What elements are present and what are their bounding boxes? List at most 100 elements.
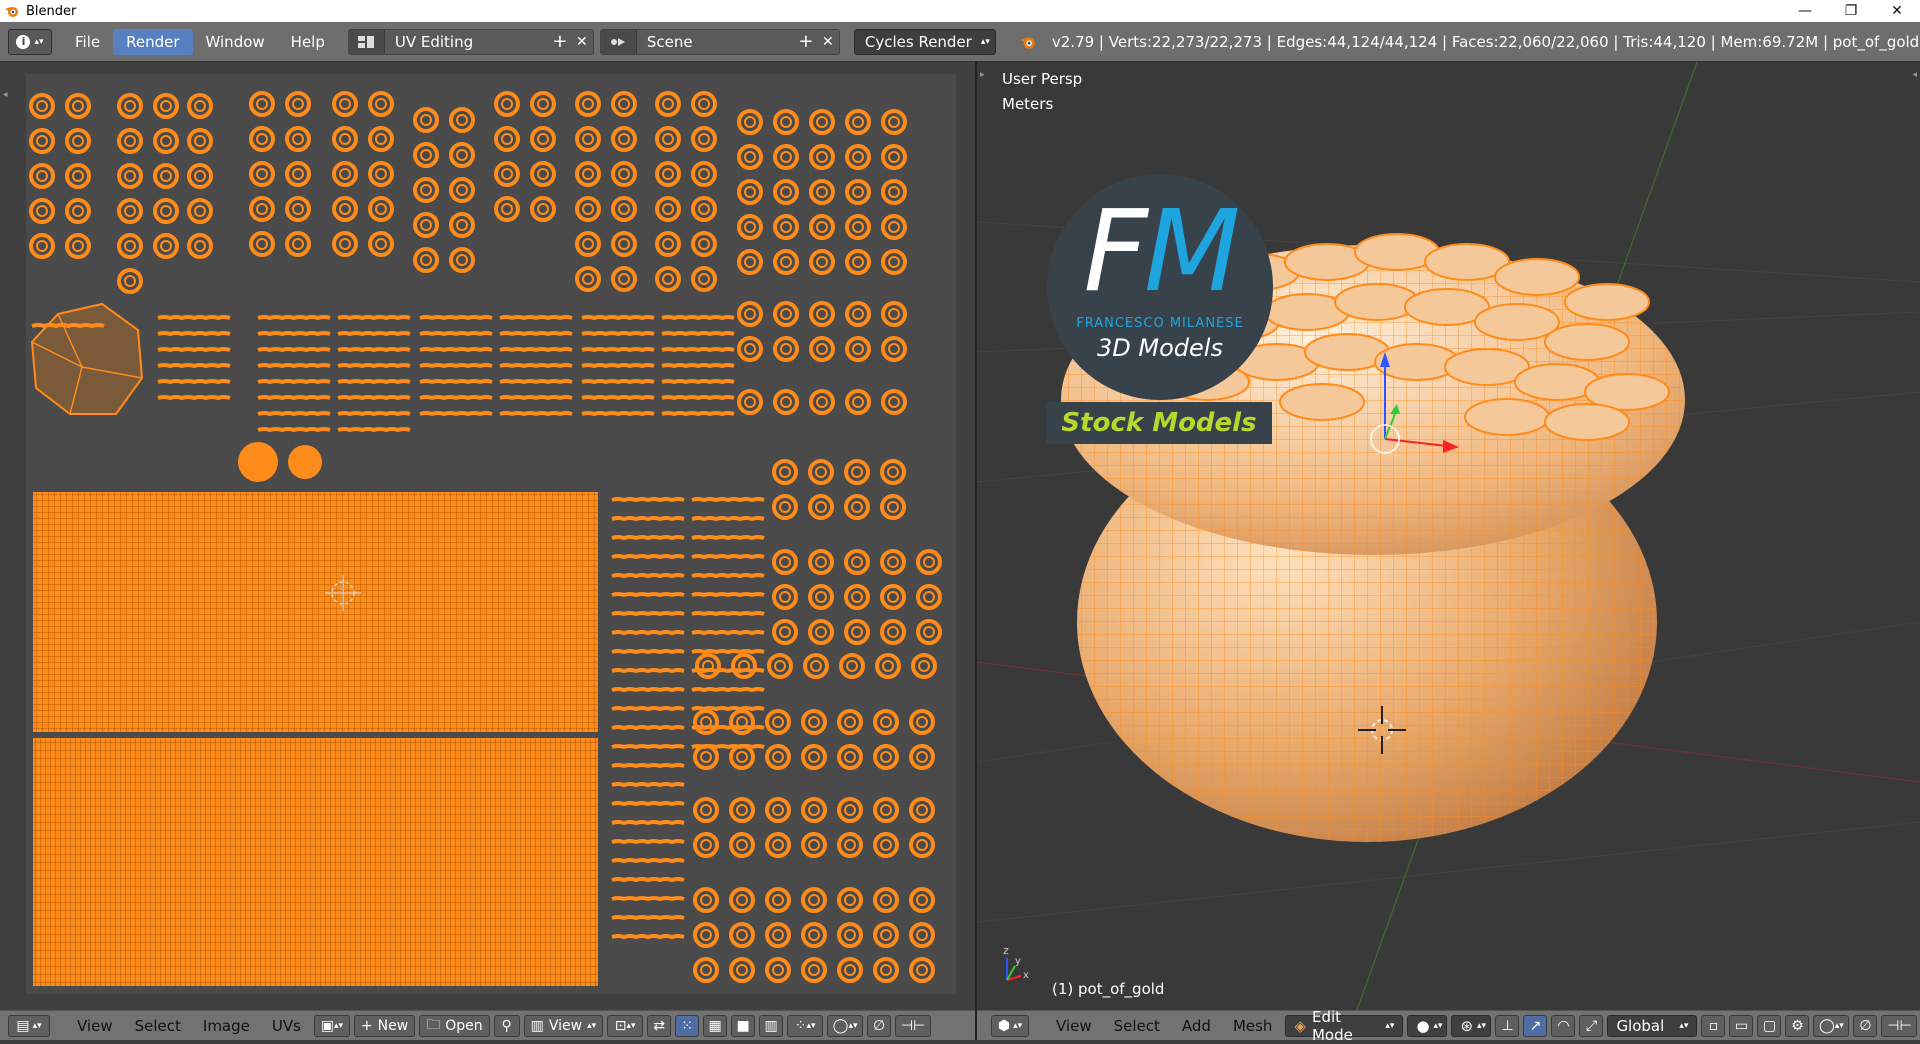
uv-strip-island xyxy=(257,347,331,353)
menu-add[interactable]: Add xyxy=(1171,1017,1222,1035)
info-editor-type-button[interactable]: i ▴▾ xyxy=(8,28,52,55)
uv-strip-island xyxy=(499,315,573,321)
rotate-manipulator-button[interactable]: ◠ xyxy=(1551,1014,1576,1037)
uv-dot xyxy=(238,442,278,482)
edge-select-icon: ▭ xyxy=(1734,1017,1749,1034)
uv-strip-island xyxy=(499,331,573,337)
editor-type-button-3d[interactable]: ⬢ ▴▾ xyxy=(991,1014,1029,1037)
sync-button[interactable]: ⇄ xyxy=(647,1014,672,1037)
menu-uvs[interactable]: UVs xyxy=(261,1017,312,1035)
uv-strip-island xyxy=(611,782,685,788)
rotate-icon: ◠ xyxy=(1557,1017,1570,1034)
menu-mesh[interactable]: Mesh xyxy=(1222,1017,1284,1035)
menu-window[interactable]: Window xyxy=(193,29,278,55)
uv-strip-island xyxy=(691,744,765,750)
snap-target-button[interactable]: ⊣⊢ xyxy=(895,1014,932,1037)
screen-layout-name[interactable]: UV Editing xyxy=(385,33,549,51)
vertex-select-button[interactable]: ⁙ xyxy=(675,1014,700,1037)
minimize-button[interactable]: — xyxy=(1782,0,1828,22)
island-select-button[interactable]: ▥ xyxy=(759,1014,784,1037)
view-mode-value: View xyxy=(548,1017,583,1034)
mode-dropdown[interactable]: ◈ Edit Mode ▴▾ xyxy=(1285,1008,1404,1044)
uv-strip-island xyxy=(691,611,765,617)
menu-view-3d[interactable]: View xyxy=(1045,1017,1103,1035)
uv-strip-island xyxy=(581,331,655,337)
snap-button-3d[interactable]: ∅ xyxy=(1853,1014,1878,1037)
occlude-button[interactable]: ⚙ xyxy=(1785,1014,1810,1037)
shading-dropdown[interactable]: ● ▴▾ xyxy=(1407,1014,1448,1037)
uv-strip-island xyxy=(337,331,411,337)
snap-target-button-3d[interactable]: ⊣⊢ xyxy=(1881,1014,1918,1037)
uv-editor[interactable]: ◂ xyxy=(0,62,975,1010)
blender-icon xyxy=(1020,37,1035,49)
gold-coin xyxy=(1564,283,1650,321)
menu-file[interactable]: File xyxy=(62,29,113,55)
snap-button[interactable]: ∅ xyxy=(867,1014,892,1037)
pivot-icon: ⊛ xyxy=(1460,1016,1474,1035)
open-image-button[interactable]: 🗀 Open xyxy=(419,1014,490,1037)
restore-button[interactable]: ❐ xyxy=(1828,0,1874,22)
uv-strip-island xyxy=(157,315,231,321)
sticky-select-button[interactable]: ⁘ ▴▾ xyxy=(787,1014,824,1037)
cube-icon: ⬢ xyxy=(997,1017,1011,1034)
panel-expand-right-icon[interactable]: ◂ xyxy=(1912,70,1917,80)
proportional-icon: ◯ xyxy=(832,1017,849,1034)
close-window-button[interactable]: ✕ xyxy=(1874,0,1920,22)
vertex-select-button-3d[interactable]: ▫ xyxy=(1701,1014,1726,1037)
new-label: New xyxy=(377,1017,409,1034)
uv-strip-island xyxy=(581,347,655,353)
menu-image[interactable]: Image xyxy=(192,1017,261,1035)
view-mode-dropdown[interactable]: ▥ View ▴▾ xyxy=(523,1014,604,1037)
image-icon: ▣ xyxy=(320,1017,335,1034)
remove-scene-icon[interactable]: ✕ xyxy=(817,34,839,50)
remove-layout-icon[interactable]: ✕ xyxy=(571,34,593,50)
uv-strip-island xyxy=(661,363,735,369)
scene-selector[interactable]: Scene + ✕ xyxy=(599,28,840,55)
uv-strip-island xyxy=(499,363,573,369)
scene-name[interactable]: Scene xyxy=(637,33,795,51)
edge-select-button-3d[interactable]: ▭ xyxy=(1729,1014,1754,1037)
uv-strip-island xyxy=(337,363,411,369)
scale-manipulator-button[interactable]: ⤢ xyxy=(1579,1014,1604,1037)
menu-select[interactable]: Select xyxy=(124,1017,192,1035)
fm-logo: FM FRANCESCO MILANESE 3D Models xyxy=(1047,174,1273,400)
editor-type-button[interactable]: ▤ ▴▾ xyxy=(8,1014,50,1037)
add-layout-icon[interactable]: + xyxy=(549,31,571,52)
pivot-dropdown-3d[interactable]: ⊛ ▴▾ xyxy=(1451,1014,1492,1037)
edge-select-button[interactable]: ▦ xyxy=(703,1014,728,1037)
menu-render[interactable]: Render xyxy=(113,28,193,55)
menu-view[interactable]: View xyxy=(66,1017,124,1035)
units-label: Meters xyxy=(1002,95,1054,113)
add-scene-icon[interactable]: + xyxy=(795,31,817,52)
uv-strip-island xyxy=(611,877,685,883)
translate-icon: ↗ xyxy=(1529,1017,1542,1034)
new-image-button[interactable]: + New xyxy=(353,1014,416,1037)
uv-strip-island xyxy=(499,379,573,385)
menu-help[interactable]: Help xyxy=(278,29,338,55)
uv-strip-island xyxy=(337,411,411,417)
menu-select-3d[interactable]: Select xyxy=(1103,1017,1171,1035)
uv-canvas[interactable] xyxy=(0,62,975,1010)
sync-icon: ⇄ xyxy=(653,1017,666,1034)
proportional-button[interactable]: ◯ ▴▾ xyxy=(827,1014,864,1037)
face-select-button[interactable]: ■ xyxy=(731,1014,756,1037)
render-engine-dropdown[interactable]: Cycles Render ▴▾ xyxy=(853,28,996,55)
face-select-button-3d[interactable]: ▢ xyxy=(1757,1014,1782,1037)
translate-manipulator-button[interactable]: ↗ xyxy=(1523,1014,1548,1037)
shading-icon: ● xyxy=(1416,1016,1430,1035)
uv-strip-island xyxy=(611,725,685,731)
proportional-button-3d[interactable]: ◯ ▴▾ xyxy=(1813,1014,1850,1037)
snap-icon: ∅ xyxy=(873,1017,886,1034)
panel-expand-left-icon[interactable]: ◂ xyxy=(3,90,8,100)
panel-expand-left-icon[interactable]: ▸ xyxy=(980,70,985,80)
orientation-dropdown[interactable]: Global ▴▾ xyxy=(1607,1014,1698,1037)
image-browse-button[interactable]: ▣ ▴▾ xyxy=(313,1014,350,1037)
uv-strip-island xyxy=(419,347,493,353)
uv-strip-island xyxy=(691,535,765,541)
uv-strip-island xyxy=(661,411,735,417)
manipulator-toggle[interactable]: ⊥ xyxy=(1495,1014,1520,1037)
pin-button[interactable]: ⚲ xyxy=(493,1014,520,1037)
pivot-button[interactable]: ⊡ ▴▾ xyxy=(607,1014,644,1037)
screen-layout-selector[interactable]: UV Editing + ✕ xyxy=(347,28,594,55)
gold-coin xyxy=(1279,383,1365,421)
